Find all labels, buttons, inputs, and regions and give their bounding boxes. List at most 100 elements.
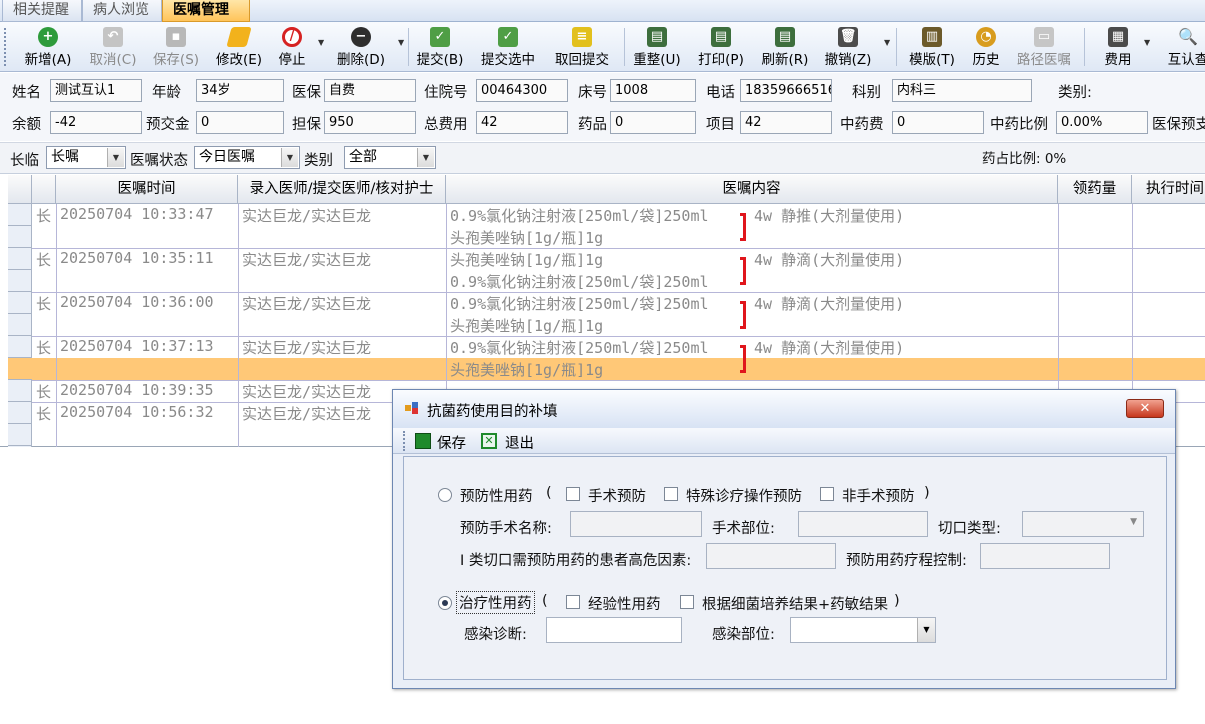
header-order-content[interactable]: 医嘱内容 xyxy=(446,175,1058,204)
fee-dropdown-icon[interactable]: ▼ xyxy=(1144,38,1150,47)
row4-content-1[interactable]: 0.9%氯化钠注射液[250ml/袋]250ml xyxy=(450,337,709,358)
close-button[interactable]: ✕ xyxy=(1126,399,1164,418)
name-field[interactable]: 测试互认1 xyxy=(50,79,142,102)
refresh-button[interactable]: ▤ 刷新(R) xyxy=(756,25,814,69)
magnifier-icon: 🔍 xyxy=(1178,27,1198,46)
save-button[interactable]: ▪ 保存(S) xyxy=(146,25,206,69)
row5-doctor[interactable]: 实达巨龙/实达巨龙 xyxy=(242,381,371,402)
header-order-time[interactable]: 医嘱时间 xyxy=(56,175,238,204)
stop-button[interactable]: / 停止 xyxy=(272,25,312,69)
row1-usage[interactable]: 4w 静推(大剂量使用) xyxy=(754,205,904,226)
special-procedure-checkbox[interactable] xyxy=(664,487,678,501)
tab-order-management[interactable]: 医嘱管理 xyxy=(162,0,250,22)
row6-time[interactable]: 20250704 10:56:32 xyxy=(60,403,214,421)
row3-content-1[interactable]: 0.9%氯化钠注射液[250ml/袋]250ml xyxy=(450,293,709,314)
tab-patient-browse[interactable]: 病人浏览 xyxy=(82,0,162,22)
course-control-input[interactable] xyxy=(980,543,1110,569)
history-button[interactable]: ◔ 历史 xyxy=(966,25,1006,69)
age-field[interactable]: 34岁 xyxy=(196,79,284,102)
header-doctors[interactable]: 录入医师/提交医师/核对护士 xyxy=(238,175,446,204)
surgical-prevention-checkbox[interactable] xyxy=(566,487,580,501)
withdraw-submit-button[interactable]: ≡ 取回提交 xyxy=(548,25,616,69)
therapeutic-radio[interactable] xyxy=(438,596,452,610)
total-fee-field[interactable]: 42 xyxy=(476,111,568,134)
mutual-check-button[interactable]: 🔍 互认查 xyxy=(1158,25,1205,69)
order-status-select[interactable]: 今日医嘱 ▼ xyxy=(194,146,300,169)
infection-site-select[interactable]: ▼ xyxy=(790,617,936,643)
department-field[interactable]: 内科三 xyxy=(892,79,1032,102)
infection-diagnosis-input[interactable] xyxy=(546,617,682,643)
nonsurgical-prevention-checkbox[interactable] xyxy=(820,487,834,501)
culture-based-checkbox[interactable] xyxy=(680,595,694,609)
admission-number-field[interactable]: 00464300 xyxy=(476,79,568,102)
pathway-orders-button[interactable]: ▭ 路径医嘱 xyxy=(1010,25,1078,69)
bed-number-field[interactable]: 1008 xyxy=(610,79,696,102)
dialog-title-bar[interactable]: 抗菌药使用目的补填 ✕ xyxy=(393,390,1175,428)
row2-doctor[interactable]: 实达巨龙/实达巨龙 xyxy=(242,249,371,270)
fee-button[interactable]: ▦ 费用 xyxy=(1098,25,1138,69)
revoke-button[interactable]: 🗑 撤销(Z) xyxy=(820,25,876,69)
surgery-site-input[interactable] xyxy=(798,511,928,537)
deposit-field[interactable]: 0 xyxy=(196,111,284,134)
category-select[interactable]: 全部 ▼ xyxy=(344,146,436,169)
selected-row-highlight xyxy=(32,358,1205,380)
item-fee-field[interactable]: 42 xyxy=(740,111,832,134)
term-select[interactable]: 长嘱 ▼ xyxy=(46,146,126,169)
tab-reminders[interactable]: 相关提醒 xyxy=(2,0,82,22)
row4-time[interactable]: 20250704 10:37:13 xyxy=(60,337,214,355)
surgery-name-input[interactable] xyxy=(570,511,702,537)
delete-button[interactable]: − 删除(D) xyxy=(330,25,392,69)
row1-time[interactable]: 20250704 10:33:47 xyxy=(60,205,214,223)
tcm-fee-field[interactable]: 0 xyxy=(892,111,984,134)
revoke-dropdown-icon[interactable]: ▼ xyxy=(884,38,890,47)
row2-content-2[interactable]: 0.9%氯化钠注射液[250ml/袋]250ml xyxy=(450,271,709,292)
header-dispense-qty[interactable]: 领药量 xyxy=(1058,175,1132,204)
row2-usage[interactable]: 4w 静滴(大剂量使用) xyxy=(754,249,904,270)
cancel-button[interactable]: ↶ 取消(C) xyxy=(80,25,146,69)
header-exec-time[interactable]: 执行时间 xyxy=(1132,175,1205,204)
row3-doctor[interactable]: 实达巨龙/实达巨龙 xyxy=(242,293,371,314)
incision-type-select[interactable]: ▼ xyxy=(1022,511,1144,537)
reorder-button[interactable]: ▤ 重整(U) xyxy=(628,25,686,69)
insurance-field[interactable]: 自费 xyxy=(324,79,416,102)
stop-icon: / xyxy=(282,27,302,47)
row6-doctor[interactable]: 实达巨龙/实达巨龙 xyxy=(242,403,371,424)
row3-usage[interactable]: 4w 静滴(大剂量使用) xyxy=(754,293,904,314)
template-button[interactable]: ▥ 模版(T) xyxy=(902,25,962,69)
guarantee-field[interactable]: 950 xyxy=(324,111,416,134)
new-button[interactable]: + 新增(A) xyxy=(16,25,80,69)
print-button[interactable]: ▤ 打印(P) xyxy=(692,25,750,69)
row2-content-1[interactable]: 头孢美唑钠[1g/瓶]1g xyxy=(450,249,603,270)
chevron-down-icon: ▼ xyxy=(417,148,434,167)
submit-selected-button[interactable]: ✓ 提交选中 xyxy=(474,25,542,69)
app-icon xyxy=(405,402,419,414)
row1-content-2[interactable]: 头孢美唑钠[1g/瓶]1g xyxy=(450,227,603,248)
row5-time[interactable]: 20250704 10:39:35 xyxy=(60,381,214,399)
row1-doctor[interactable]: 实达巨龙/实达巨龙 xyxy=(242,205,371,226)
dialog-title: 抗菌药使用目的补填 xyxy=(427,404,558,420)
row4-usage[interactable]: 4w 静滴(大剂量使用) xyxy=(754,337,904,358)
balance-field[interactable]: -42 xyxy=(50,111,142,134)
empirical-checkbox[interactable] xyxy=(566,595,580,609)
chevron-down-icon: ▼ xyxy=(1130,517,1137,527)
row2-time[interactable]: 20250704 10:35:11 xyxy=(60,249,214,267)
delete-dropdown-icon[interactable]: ▼ xyxy=(398,38,404,47)
row3-content-2[interactable]: 头孢美唑钠[1g/瓶]1g xyxy=(450,315,603,336)
toolbar-grip[interactable] xyxy=(4,28,7,66)
close-icon: ✕ xyxy=(1139,401,1151,416)
submit-button[interactable]: ✓ 提交(B) xyxy=(412,25,468,69)
row4-doctor[interactable]: 实达巨龙/实达巨龙 xyxy=(242,337,371,358)
tcm-ratio-field[interactable]: 0.00% xyxy=(1056,111,1148,134)
document-icon: ▤ xyxy=(647,27,667,47)
row3-time[interactable]: 20250704 10:36:00 xyxy=(60,293,214,311)
drug-fee-field[interactable]: 0 xyxy=(610,111,696,134)
row4-content-2[interactable]: 头孢美唑钠[1g/瓶]1g xyxy=(450,359,603,380)
stop-dropdown-icon[interactable]: ▼ xyxy=(318,38,324,47)
prophylactic-radio[interactable] xyxy=(438,488,452,502)
grid-corner[interactable] xyxy=(8,175,32,204)
edit-button[interactable]: 修改(E) xyxy=(208,25,270,69)
risk-factors-input[interactable] xyxy=(706,543,836,569)
phone-field[interactable]: 18359666516 xyxy=(740,79,832,102)
row1-content-1[interactable]: 0.9%氯化钠注射液[250ml/袋]250ml xyxy=(450,205,709,226)
minus-icon: − xyxy=(351,27,371,47)
